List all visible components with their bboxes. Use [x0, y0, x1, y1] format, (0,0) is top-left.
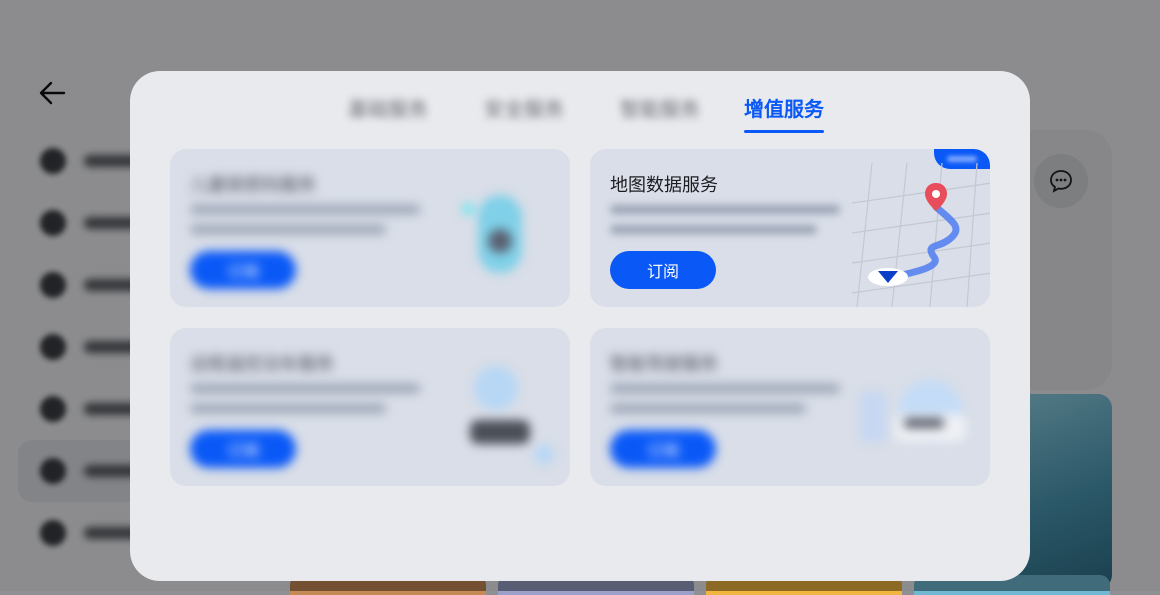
card-description — [610, 205, 840, 245]
lock-illustration-icon — [460, 189, 540, 283]
card-title: 地图数据服务 — [610, 175, 718, 196]
card-title: 儿童锁密码服务 — [190, 175, 316, 196]
card-description — [190, 384, 420, 424]
subscribe-button[interactable]: 订阅 — [190, 251, 296, 289]
card-description — [190, 205, 420, 245]
tab-value-added-services[interactable]: 增值服务 — [744, 93, 824, 133]
car-illustration-icon — [860, 372, 980, 466]
subscribe-button[interactable]: 订阅 — [610, 430, 716, 468]
car-illustration-icon — [460, 358, 560, 472]
subscribe-button[interactable]: 订阅 — [610, 251, 716, 289]
card-title: 远程遥控泊车服务 — [190, 354, 334, 375]
service-card-remote-parking[interactable]: 远程遥控泊车服务 订阅 — [170, 328, 570, 486]
tab-smart-services[interactable]: 智能服务 — [620, 93, 700, 129]
location-pin-icon — [925, 183, 947, 211]
service-card-child-lock[interactable]: 儿童锁密码服务 订阅 — [170, 149, 570, 307]
tab-security-services[interactable]: 安全服务 — [484, 93, 564, 129]
service-card-map-data[interactable]: 地图数据服务 订阅 — [590, 149, 990, 307]
service-card-smart-driving[interactable]: 智能驾驶服务 订阅 — [590, 328, 990, 486]
map-route-illustration — [851, 162, 990, 307]
tab-basic-services[interactable]: 基础服务 — [348, 93, 428, 129]
services-modal: 基础服务 安全服务 智能服务 增值服务 儿童锁密码服务 订阅 地图数据服务 订阅 — [130, 71, 1030, 581]
card-title: 智能驾驶服务 — [610, 354, 718, 375]
card-description — [610, 384, 840, 424]
tab-bar: 基础服务 安全服务 智能服务 增值服务 — [130, 71, 1030, 141]
subscribe-button[interactable]: 订阅 — [190, 430, 296, 468]
